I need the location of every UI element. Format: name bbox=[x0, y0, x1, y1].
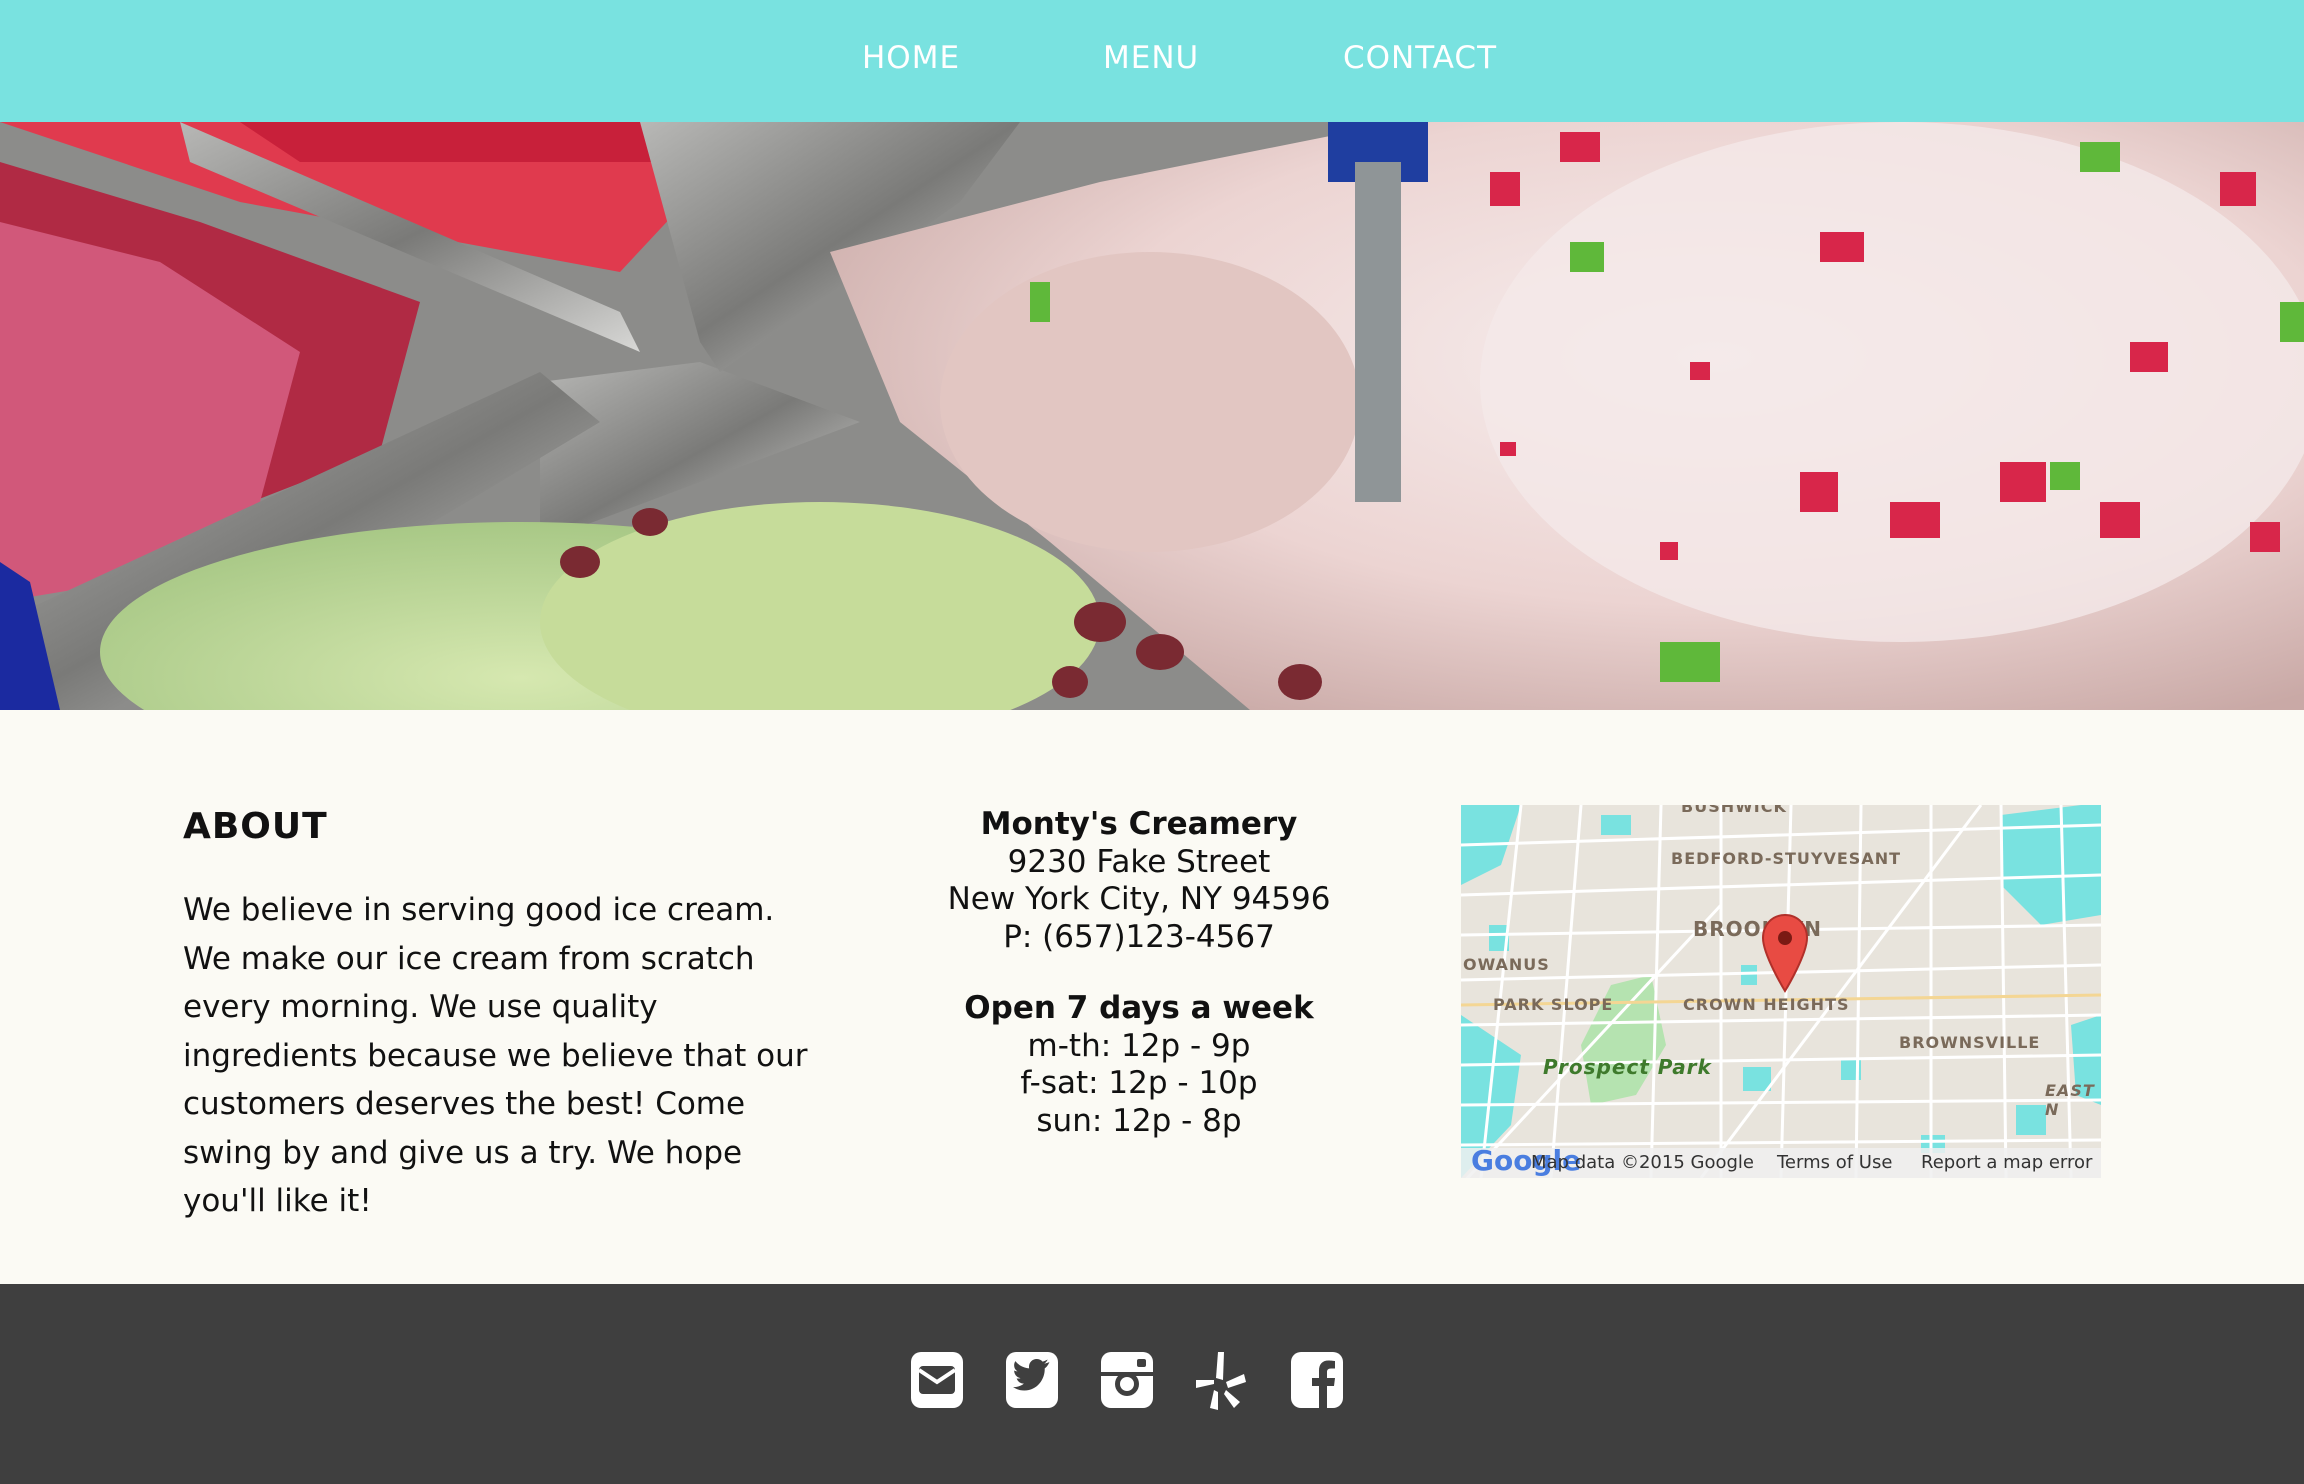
hours-weekend: f-sat: 12p - 10p bbox=[1020, 1065, 1258, 1101]
yelp-icon[interactable] bbox=[1194, 1350, 1250, 1410]
facebook-icon[interactable] bbox=[1289, 1350, 1345, 1410]
map-footer: Google Map data ©2015 Google Terms of Us… bbox=[1461, 1144, 2101, 1178]
map-pin-icon[interactable] bbox=[1761, 913, 1809, 993]
nav-menu-link[interactable]: MENU bbox=[1103, 40, 1199, 76]
about-heading: ABOUT bbox=[183, 806, 328, 847]
about-text: We believe in serving good ice cream. We… bbox=[183, 892, 808, 1219]
contact-info: Monty's Creamery 9230 Fake Street New Yo… bbox=[889, 806, 1389, 1140]
map-label-brownsville: BROWNSVILLE bbox=[1899, 1033, 2041, 1052]
twitter-icon[interactable] bbox=[1004, 1350, 1060, 1410]
hero-image bbox=[0, 122, 2304, 710]
nav-home-link[interactable]: HOME bbox=[862, 40, 960, 76]
map-label-park-slope: PARK SLOPE bbox=[1493, 995, 1614, 1014]
map-label-prospect-park: Prospect Park bbox=[1543, 1055, 1712, 1079]
map-label-bedford: BEDFORD-STUYVESANT bbox=[1671, 849, 1902, 868]
map-label-crown-heights: CROWN HEIGHTS bbox=[1683, 995, 1850, 1014]
ice-cream-photo bbox=[0, 122, 2304, 710]
map-report-link[interactable]: Report a map error bbox=[1921, 1152, 2092, 1173]
city-address: New York City, NY 94596 bbox=[947, 881, 1331, 917]
hours-weekday: m-th: 12p - 9p bbox=[1027, 1027, 1251, 1064]
email-icon[interactable] bbox=[909, 1350, 965, 1410]
map-label-gowanus: OWANUS bbox=[1463, 955, 1550, 974]
nav-contact-link[interactable]: CONTACT bbox=[1343, 40, 1497, 76]
info-section: ABOUT We believe in serving good ice cre… bbox=[0, 710, 2304, 1284]
shop-name: Monty's Creamery bbox=[980, 806, 1298, 842]
map-label-east-ny: EAST N bbox=[2045, 1081, 2095, 1119]
top-nav: HOME MENU CONTACT bbox=[0, 0, 2304, 122]
location-map[interactable]: BUSHWICK BEDFORD-STUYVESANT BROOKLYN OWA… bbox=[1461, 805, 2101, 1178]
hours-sunday: sun: 12p - 8p bbox=[1036, 1102, 1242, 1139]
map-terms-link[interactable]: Terms of Use bbox=[1777, 1152, 1892, 1173]
footer bbox=[0, 1284, 2304, 1484]
street-address: 9230 Fake Street bbox=[1007, 843, 1271, 880]
map-label-bushwick: BUSHWICK bbox=[1681, 805, 1787, 816]
hours-heading: Open 7 days a week bbox=[964, 990, 1314, 1026]
map-data-text: Map data ©2015 Google bbox=[1531, 1152, 1754, 1173]
instagram-icon[interactable] bbox=[1099, 1350, 1155, 1410]
phone-number: P: (657)123-4567 bbox=[1003, 918, 1275, 955]
